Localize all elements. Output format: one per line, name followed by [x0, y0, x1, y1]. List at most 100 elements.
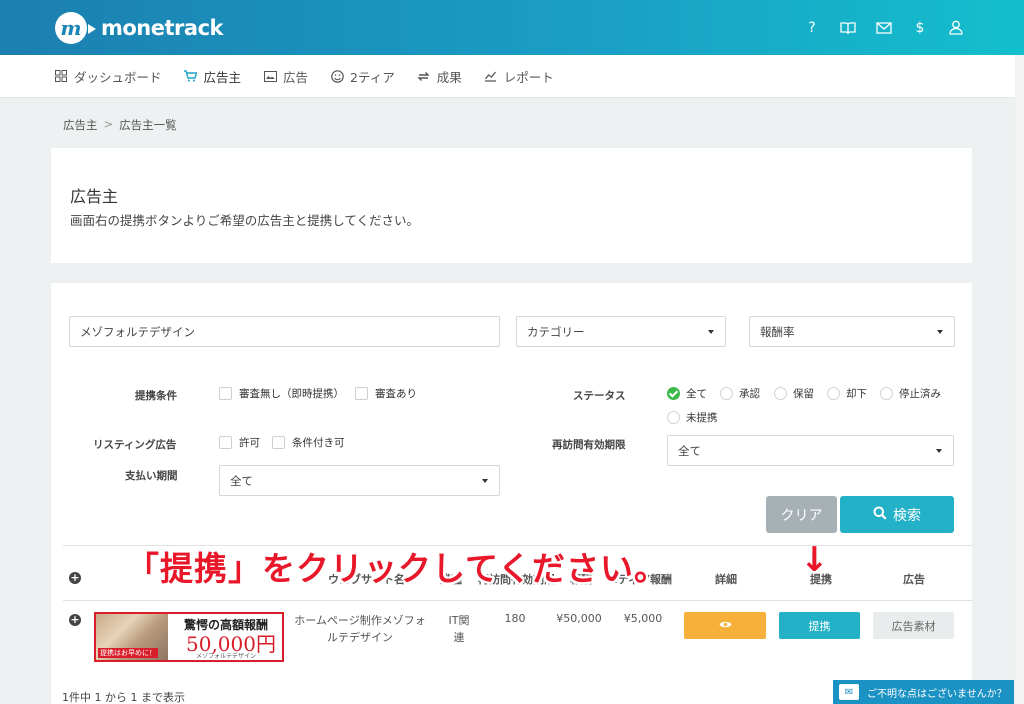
cell-revisit: 180 — [504, 612, 526, 625]
payment-select[interactable]: 全て — [219, 465, 500, 496]
help-icon[interactable]: ? — [802, 18, 822, 38]
user-icon[interactable] — [946, 18, 966, 38]
app-logo[interactable]: m monetrack — [55, 11, 223, 44]
logo-text: monetrack — [101, 15, 223, 40]
checkbox-label: 審査あり — [375, 388, 417, 400]
table-header-border — [63, 600, 972, 601]
nav-label: 広告主 — [203, 69, 242, 85]
radio-circle[interactable] — [880, 387, 893, 400]
manual-book-icon[interactable] — [838, 18, 858, 38]
search-icon — [873, 506, 887, 524]
ad-banner[interactable]: 提携はお早めに！ 驚愕の高額報酬 50,000円 メゾフォルテデザイン — [94, 612, 284, 662]
radio-label: 却下 — [846, 388, 867, 400]
dollar-icon[interactable]: $ — [910, 18, 930, 38]
payment-value: 全て — [230, 473, 253, 488]
detail-button[interactable] — [684, 612, 766, 639]
chart-line-icon — [484, 69, 498, 83]
radio-status-unpartnered[interactable]: 未提携 — [667, 410, 718, 425]
nav-label: レポート — [503, 69, 554, 85]
table-count-info: 1件中 1 から 1 まで表示 — [62, 691, 185, 704]
keyword-input[interactable]: メゾフォルテデザイン — [69, 316, 500, 347]
checkbox-label: 許可 — [239, 437, 260, 449]
th-detail: 詳細 — [715, 573, 737, 586]
radio-status-pending[interactable]: 保留 — [774, 386, 814, 401]
cell-tier2-reward: ¥5,000 — [623, 612, 663, 625]
exchange-icon — [417, 69, 431, 83]
down-arrow-icon: ↓ — [800, 540, 829, 580]
checkbox-no-review[interactable]: 審査無し（即時提携） — [219, 386, 344, 401]
help-chat-button[interactable]: ✉ ご不明な点はございませんか？ — [833, 680, 1014, 704]
radio-circle[interactable] — [774, 387, 787, 400]
checkbox-label: 審査無し（即時提携） — [239, 388, 344, 400]
instruction-overlay: 「提携」をクリックしてください。 — [126, 549, 669, 588]
nav-label: 広告 — [283, 69, 309, 85]
mail-icon: ✉ — [839, 684, 859, 700]
checkbox-box[interactable] — [219, 436, 232, 449]
nav-dashboard[interactable]: ダッシュボード — [54, 67, 162, 86]
page-title: 広告主 — [70, 187, 119, 206]
clear-button[interactable]: クリア — [766, 496, 837, 533]
nav-advertiser[interactable]: 広告主 — [184, 67, 242, 86]
nav-label: ダッシュボード — [74, 69, 162, 85]
radio-checked-icon[interactable] — [667, 387, 680, 400]
status-label: ステータス — [573, 390, 626, 402]
radio-status-approved[interactable]: 承認 — [720, 386, 760, 401]
expand-row-icon[interactable]: + — [69, 614, 81, 626]
radio-circle[interactable] — [720, 387, 733, 400]
radio-circle[interactable] — [827, 387, 840, 400]
radio-status-rejected[interactable]: 却下 — [827, 386, 867, 401]
ad-material-button[interactable]: 広告素材 — [873, 612, 954, 639]
checkbox-box[interactable] — [272, 436, 285, 449]
radio-circle[interactable] — [667, 411, 680, 424]
logo-mark-icon: m — [55, 11, 96, 44]
breadcrumb: 広告主 > 広告主一覧 — [63, 117, 177, 133]
banner-brand: メゾフォルテデザイン — [196, 653, 257, 660]
listing-label: リスティング広告 — [93, 439, 177, 451]
eye-icon — [719, 619, 732, 632]
intro-card: 広告主 画面右の提携ボタンよりご希望の広告主と提携してください。 — [51, 148, 972, 263]
nav-label: 2ティア — [350, 69, 395, 85]
checkbox-review[interactable]: 審査あり — [355, 386, 417, 401]
checkbox-label: 条件付き可 — [292, 437, 345, 449]
nav-report[interactable]: レポート — [484, 67, 554, 86]
checkbox-listing-conditional[interactable]: 条件付き可 — [272, 435, 345, 450]
keyword-value: メゾフォルテデザイン — [80, 324, 195, 339]
radio-status-stopped[interactable]: 停止済み — [880, 386, 941, 401]
conditions-label: 提携条件 — [135, 390, 177, 402]
cell-industry: IT関連 — [448, 614, 470, 644]
revisit-select[interactable]: 全て — [667, 435, 954, 466]
nav-2tier[interactable]: 2ティア — [330, 67, 395, 86]
nav-ads[interactable]: 広告 — [263, 67, 308, 86]
header-icons: ? $ — [802, 0, 966, 55]
grid-icon — [54, 69, 68, 83]
cart-icon — [184, 69, 198, 83]
checkbox-listing-allowed[interactable]: 許可 — [219, 435, 260, 450]
breadcrumb-parent[interactable]: 広告主 — [63, 117, 98, 133]
checkbox-box[interactable] — [219, 387, 232, 400]
smile-icon — [330, 69, 344, 83]
payment-label: 支払い期間 — [125, 470, 178, 482]
reward-rate-select[interactable]: 報酬率 — [749, 316, 955, 347]
banner-photo: 提携はお早めに！ — [96, 614, 168, 660]
main-nav: ダッシュボード 広告主 広告 2ティア 成果 レポート — [0, 55, 1024, 98]
partner-button[interactable]: 提携 — [779, 612, 860, 639]
nav-results[interactable]: 成果 — [417, 67, 462, 86]
nav-label: 成果 — [436, 69, 462, 85]
radio-status-all[interactable]: 全て — [667, 386, 707, 401]
revisit-value: 全て — [678, 443, 701, 458]
checkbox-box[interactable] — [355, 387, 368, 400]
expand-all-icon[interactable]: + — [69, 572, 81, 584]
breadcrumb-separator: > — [103, 117, 114, 131]
category-value: カテゴリー — [527, 324, 585, 339]
scrollbar-track[interactable] — [1015, 55, 1024, 704]
category-select[interactable]: カテゴリー — [516, 316, 726, 347]
ad-material-button-label: 広告素材 — [891, 619, 936, 633]
search-button-label: 検索 — [893, 507, 921, 524]
top-header: m monetrack ? $ — [0, 0, 1024, 55]
radio-label: 保留 — [793, 388, 814, 400]
radio-label: 未提携 — [686, 412, 718, 424]
mail-icon[interactable] — [874, 18, 894, 38]
cell-site-name: ホームページ制作メゾフォルテデザイン — [294, 614, 426, 644]
radio-label: 全て — [686, 388, 707, 400]
search-button[interactable]: 検索 — [840, 496, 954, 533]
